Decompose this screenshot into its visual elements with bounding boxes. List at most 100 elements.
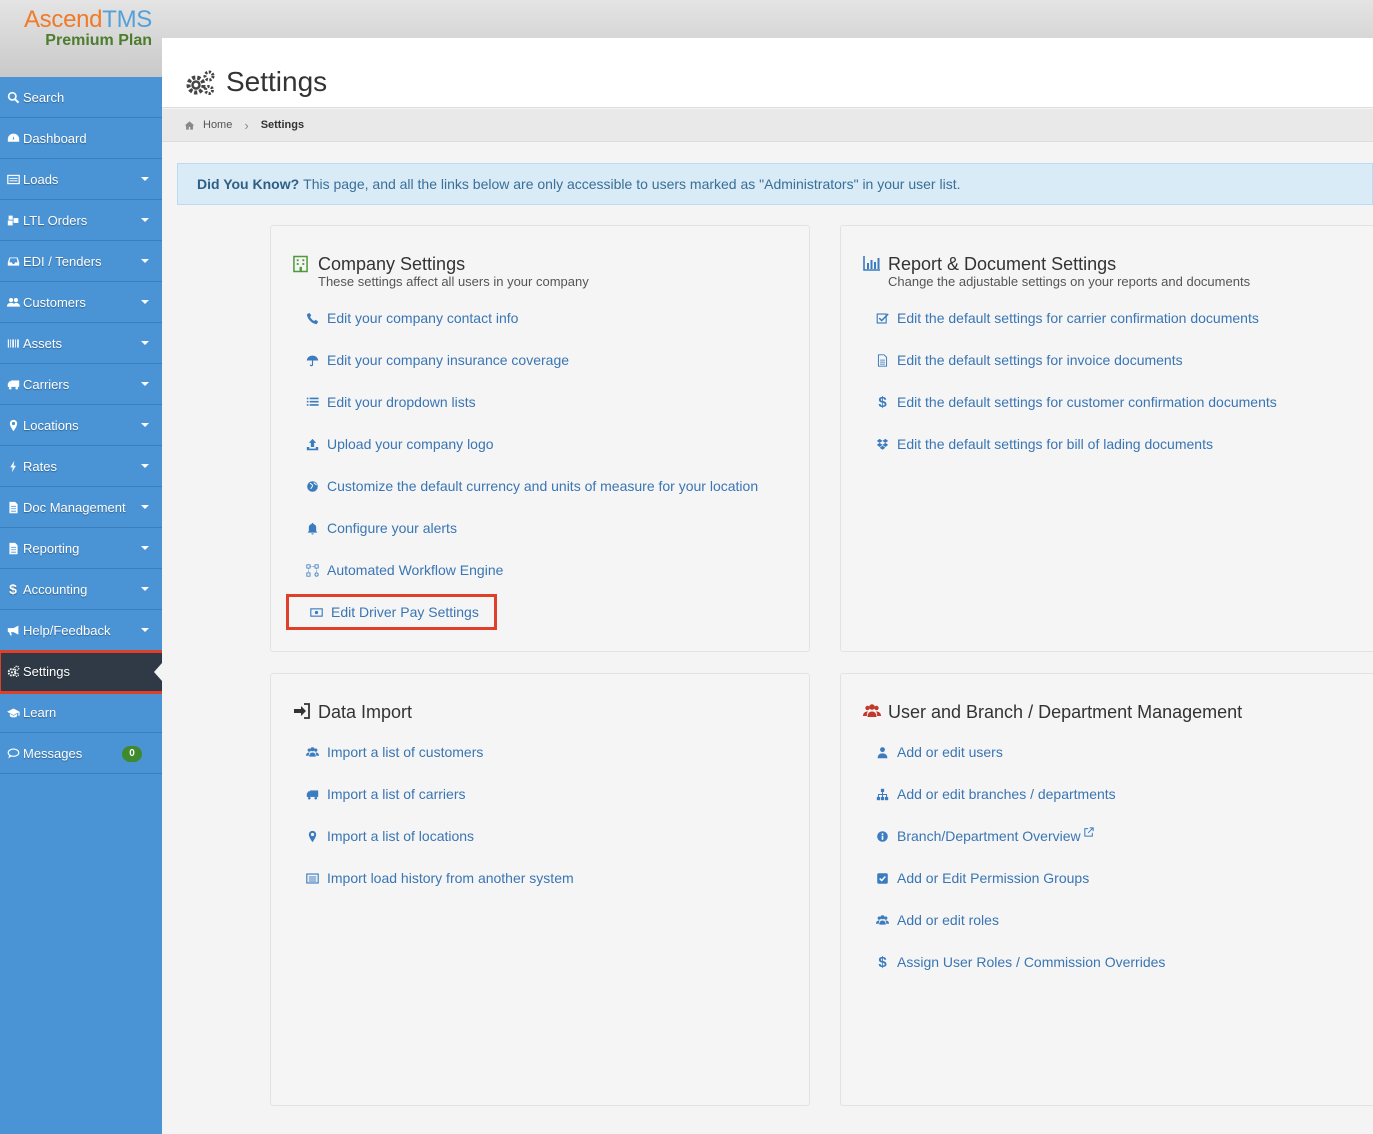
report-settings-title: Report & Document Settings	[888, 254, 1117, 274]
link-label: Edit the default settings for invoice do…	[897, 352, 1183, 368]
user-management-title: User and Branch / Department Management	[888, 702, 1243, 722]
sidebar-item-label: Settings	[23, 663, 70, 679]
user-management-header: User and Branch / Department Management	[863, 702, 1242, 722]
link-company-contact-info[interactable]: Edit your company contact info	[305, 308, 518, 328]
link-label: Edit your dropdown lists	[327, 394, 476, 410]
link-configure-alerts[interactable]: Configure your alerts	[305, 518, 457, 538]
chevron-down-icon	[141, 587, 149, 591]
link-add-edit-branches[interactable]: Add or edit branches / departments	[875, 784, 1116, 804]
link-assign-user-roles[interactable]: $ Assign User Roles / Commission Overrid…	[875, 952, 1165, 972]
sidebar-item-accounting[interactable]: $ Accounting	[0, 569, 162, 610]
link-invoice-docs[interactable]: Edit the default settings for invoice do…	[875, 350, 1183, 370]
search-icon	[5, 90, 21, 104]
chevron-down-icon	[141, 546, 149, 550]
page-title: Settings	[226, 66, 328, 97]
sidebar-item-dashboard[interactable]: Dashboard	[0, 118, 162, 159]
link-dropdown-lists[interactable]: Edit your dropdown lists	[305, 392, 476, 412]
company-settings-title: Company Settings	[318, 254, 466, 274]
sign-in-icon	[293, 703, 311, 721]
sidebar-item-label: Locations	[23, 417, 79, 433]
link-label: Assign User Roles / Commission Overrides	[897, 954, 1166, 970]
home-icon	[184, 120, 195, 130]
link-import-customers[interactable]: Import a list of customers	[305, 742, 483, 762]
chat-icon	[5, 746, 21, 760]
link-branch-overview[interactable]: Branch/Department Overview	[875, 826, 1094, 846]
upload-icon	[305, 437, 320, 451]
user-management-panel: User and Branch / Department Management …	[840, 673, 1373, 1106]
gears-icon	[186, 70, 215, 95]
sidebar-item-search[interactable]: Search	[0, 77, 162, 118]
link-import-locations[interactable]: Import a list of locations	[305, 826, 474, 846]
link-add-edit-roles[interactable]: Add or edit roles	[875, 910, 999, 930]
chevron-down-icon	[141, 259, 149, 263]
sidebar-item-label: Customers	[23, 294, 86, 310]
chevron-down-icon	[141, 341, 149, 345]
messages-badge: 0	[122, 746, 142, 762]
link-driver-pay-settings[interactable]: Edit Driver Pay Settings	[309, 602, 479, 622]
sidebar-item-settings[interactable]: Settings	[0, 651, 162, 692]
dollar-icon: $	[878, 393, 887, 411]
link-carrier-confirmation-docs[interactable]: Edit the default settings for carrier co…	[875, 308, 1259, 328]
link-bill-of-lading-docs[interactable]: Edit the default settings for bill of la…	[875, 434, 1213, 454]
logo[interactable]: AscendTMS Premium Plan	[0, 0, 162, 78]
active-pointer	[154, 663, 162, 681]
report-settings-panel: Report & Document Settings Change the ad…	[840, 225, 1373, 652]
data-import-header: Data Import	[293, 702, 412, 722]
link-label: Customize the default currency and units…	[327, 478, 759, 494]
data-import-title: Data Import	[318, 702, 413, 722]
dashboard-icon	[5, 131, 21, 145]
check-square-icon	[875, 311, 890, 325]
main-content: Settings Home › Settings Did You Know? T…	[162, 38, 1373, 1134]
sidebar-item-label: Search	[23, 89, 65, 105]
link-company-insurance[interactable]: Edit your company insurance coverage	[305, 350, 569, 370]
info-alert: Did You Know? This page, and all the lin…	[177, 163, 1373, 205]
sidebar-item-reporting[interactable]: Reporting	[0, 528, 162, 569]
file-text-icon	[875, 353, 890, 367]
truck-icon	[5, 377, 21, 391]
map-marker-icon	[5, 418, 21, 432]
sidebar-item-locations[interactable]: Locations	[0, 405, 162, 446]
sidebar-item-ltl-orders[interactable]: LTL Orders	[0, 200, 162, 241]
sidebar-item-doc-management[interactable]: Doc Management	[0, 487, 162, 528]
list-alt-icon	[305, 871, 320, 885]
breadcrumb-home-link[interactable]: Home	[203, 119, 232, 131]
bolt-icon	[5, 459, 21, 473]
sidebar-item-loads[interactable]: Loads	[0, 159, 162, 200]
breadcrumb-current: Settings	[260, 119, 305, 131]
sidebar-item-messages[interactable]: Messages 0	[0, 733, 162, 774]
link-label: Import load history from another system	[327, 870, 574, 886]
logo-brand-part1: Ascend	[23, 6, 103, 33]
link-import-load-history[interactable]: Import load history from another system	[305, 868, 574, 888]
sidebar-item-label: Messages	[23, 745, 83, 761]
sidebar-item-help-feedback[interactable]: Help/Feedback	[0, 610, 162, 651]
link-label: Add or edit roles	[897, 912, 999, 928]
link-upload-logo[interactable]: Upload your company logo	[305, 434, 494, 454]
loads-icon	[5, 172, 21, 186]
link-add-edit-users[interactable]: Add or edit users	[875, 742, 1003, 762]
sidebar-item-label: Accounting	[23, 581, 88, 597]
link-permission-groups[interactable]: Add or Edit Permission Groups	[875, 868, 1089, 888]
map-marker-icon	[305, 829, 320, 843]
alert-lead: Did You Know?	[197, 176, 300, 192]
link-label: Upload your company logo	[327, 436, 494, 452]
sidebar-item-rates[interactable]: Rates	[0, 446, 162, 487]
ltl-orders-icon	[5, 213, 21, 227]
link-import-carriers[interactable]: Import a list of carriers	[305, 784, 465, 804]
sidebar-item-label: Learn	[23, 704, 57, 720]
link-label: Edit the default settings for carrier co…	[897, 310, 1259, 326]
link-workflow-engine[interactable]: Automated Workflow Engine	[305, 560, 503, 580]
document-icon	[5, 500, 21, 514]
sidebar-item-label: LTL Orders	[23, 212, 88, 228]
link-customer-confirmation-docs[interactable]: $ Edit the default settings for customer…	[875, 392, 1276, 412]
sidebar-item-edi-tenders[interactable]: EDI / Tenders	[0, 241, 162, 282]
sidebar-item-customers[interactable]: Customers	[0, 282, 162, 323]
customers-icon	[5, 295, 21, 309]
barcode-icon	[5, 336, 21, 350]
sidebar-item-learn[interactable]: Learn	[0, 692, 162, 733]
sidebar-item-carriers[interactable]: Carriers	[0, 364, 162, 405]
link-currency-units[interactable]: Customize the default currency and units…	[305, 476, 758, 496]
link-label: Import a list of customers	[327, 744, 484, 760]
bar-chart-icon	[863, 255, 881, 273]
sitemap-icon	[875, 787, 890, 801]
sidebar-item-assets[interactable]: Assets	[0, 323, 162, 364]
